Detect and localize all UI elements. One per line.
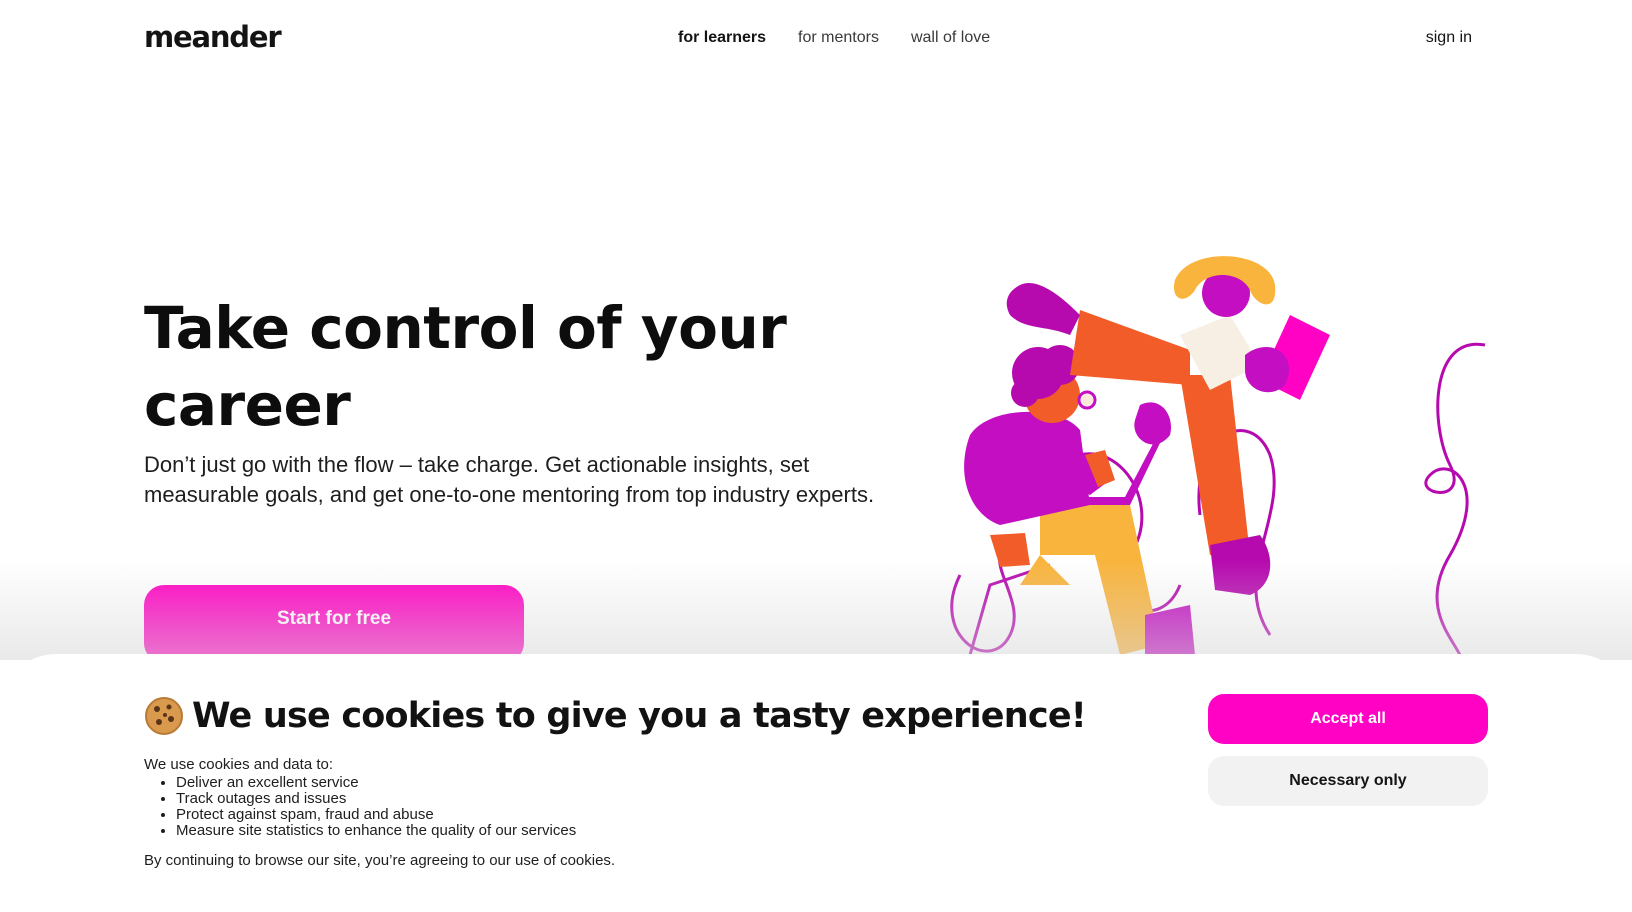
list-item: Protect against spam, fraud and abuse xyxy=(176,807,576,823)
site-header: meander for learners for mentors wall of… xyxy=(0,0,1632,80)
list-item: Track outages and issues xyxy=(176,791,576,807)
hero-illustration xyxy=(950,256,1486,655)
sign-in-link[interactable]: sign in xyxy=(1426,29,1472,47)
list-item: Measure site statistics to enhance the q… xyxy=(176,823,576,839)
list-item: Deliver an excellent service xyxy=(176,775,576,791)
start-for-free-button[interactable]: Start for free xyxy=(144,585,524,663)
hero-description: Don’t just go with the flow – take charg… xyxy=(144,452,875,507)
hero-title: Take control of your career xyxy=(144,294,787,439)
cookie-banner: We use cookies to give you a tasty exper… xyxy=(0,654,1632,912)
accept-all-button[interactable]: Accept all xyxy=(1208,694,1488,744)
cookie-icon xyxy=(145,697,183,735)
nav-wall-of-love[interactable]: wall of love xyxy=(911,29,990,47)
main-nav: for learners for mentors wall of love xyxy=(678,29,990,47)
cookie-purpose-list: Deliver an excellent service Track outag… xyxy=(176,775,576,839)
cookie-consent-note: By continuing to browse our site, you’re… xyxy=(144,852,616,869)
logo[interactable]: meander xyxy=(144,20,282,54)
cookie-intro: We use cookies and data to: xyxy=(144,756,334,773)
page: meander for learners for mentors wall of… xyxy=(0,0,1632,912)
cookie-heading: We use cookies to give you a tasty exper… xyxy=(192,696,1087,736)
nav-for-mentors[interactable]: for mentors xyxy=(798,29,879,47)
necessary-only-button[interactable]: Necessary only xyxy=(1208,756,1488,806)
cookie-banner-title: We use cookies to give you a tasty exper… xyxy=(144,696,1087,736)
nav-for-learners[interactable]: for learners xyxy=(678,29,766,47)
